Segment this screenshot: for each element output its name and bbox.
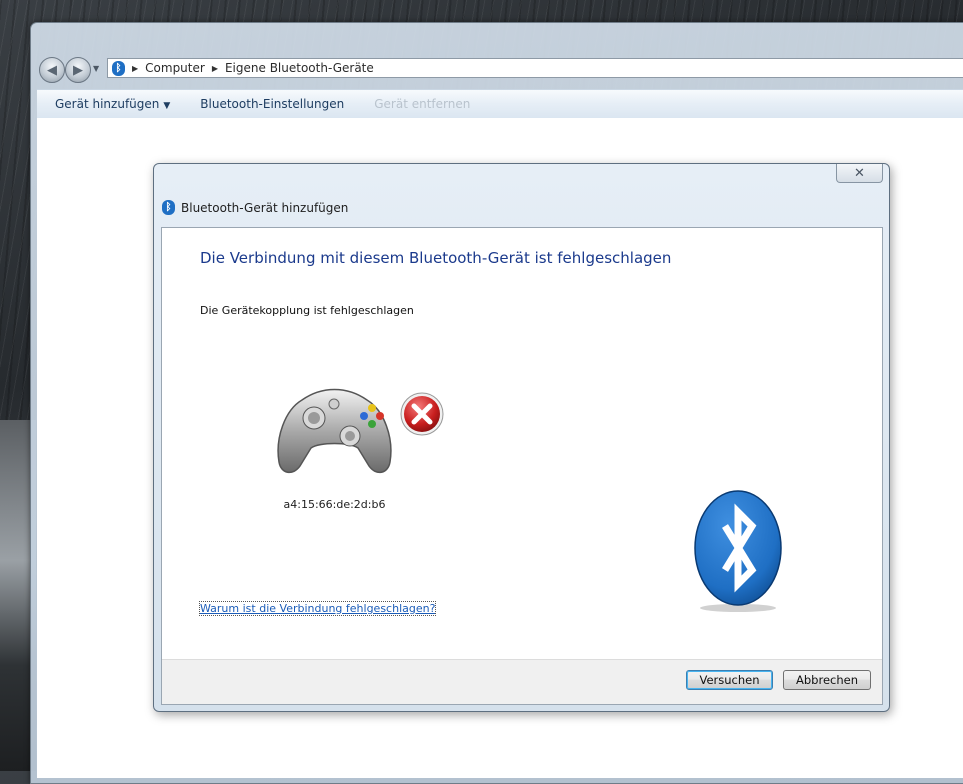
status-message: Die Gerätekopplung ist fehlgeschlagen (200, 304, 414, 317)
gamepad-icon (277, 388, 392, 474)
address-bar[interactable]: ᛒ ▶ Computer ▶ Eigene Bluetooth-Geräte (107, 58, 963, 78)
breadcrumb-arrow-icon[interactable]: ▶ (132, 64, 138, 73)
close-icon: ✕ (854, 165, 865, 181)
breadcrumb-computer[interactable]: Computer (145, 61, 205, 75)
recent-pages-dropdown-icon[interactable]: ▼ (93, 64, 99, 73)
retry-button[interactable]: Versuchen (686, 670, 773, 690)
error-x-icon (400, 392, 444, 436)
forward-arrow-icon: ▶ (73, 62, 83, 78)
dialog-title-text: Bluetooth-Gerät hinzufügen (181, 200, 349, 215)
dialog-content-panel: Die Verbindung mit diesem Bluetooth-Gerä… (161, 227, 883, 705)
close-button[interactable]: ✕ (836, 164, 883, 183)
dialog-title: ᛒ Bluetooth-Gerät hinzufügen (162, 200, 348, 215)
breadcrumb-bluetooth-devices[interactable]: Eigene Bluetooth-Geräte (225, 61, 374, 75)
chevron-down-icon: ▼ (163, 101, 171, 111)
remove-device-button: Gerät entfernen (374, 97, 471, 111)
back-button[interactable]: ◀ (39, 57, 65, 83)
back-arrow-icon: ◀ (47, 62, 57, 78)
breadcrumb-arrow-icon[interactable]: ▶ (212, 64, 218, 73)
forward-button[interactable]: ▶ (65, 57, 91, 83)
add-bluetooth-device-dialog: ✕ ᛒ Bluetooth-Gerät hinzufügen Die Verbi… (153, 163, 890, 712)
bluetooth-settings-button[interactable]: Bluetooth-Einstellungen (200, 97, 344, 111)
why-failed-link[interactable]: Warum ist die Verbindung fehlgeschlagen? (198, 601, 437, 616)
command-bar: Gerät hinzufügen ▼ Bluetooth-Einstellunge… (37, 89, 963, 119)
bluetooth-logo-icon (694, 490, 782, 612)
device-address: a4:15:66:de:2d:b6 (283, 498, 386, 511)
page-title: Die Verbindung mit diesem Bluetooth-Gerä… (200, 249, 672, 267)
add-device-button[interactable]: Gerät hinzufügen ▼ (55, 97, 170, 111)
navigation-bar: ◀ ▶ ▼ ᛒ ▶ Computer ▶ Eigene Bluetooth-Ge… (37, 55, 963, 83)
dialog-footer: Versuchen Abbrechen (162, 659, 882, 704)
cancel-button[interactable]: Abbrechen (783, 670, 871, 690)
add-device-label: Gerät hinzufügen (55, 97, 160, 111)
bluetooth-icon: ᛒ (162, 200, 175, 215)
bluetooth-icon: ᛒ (112, 60, 125, 76)
